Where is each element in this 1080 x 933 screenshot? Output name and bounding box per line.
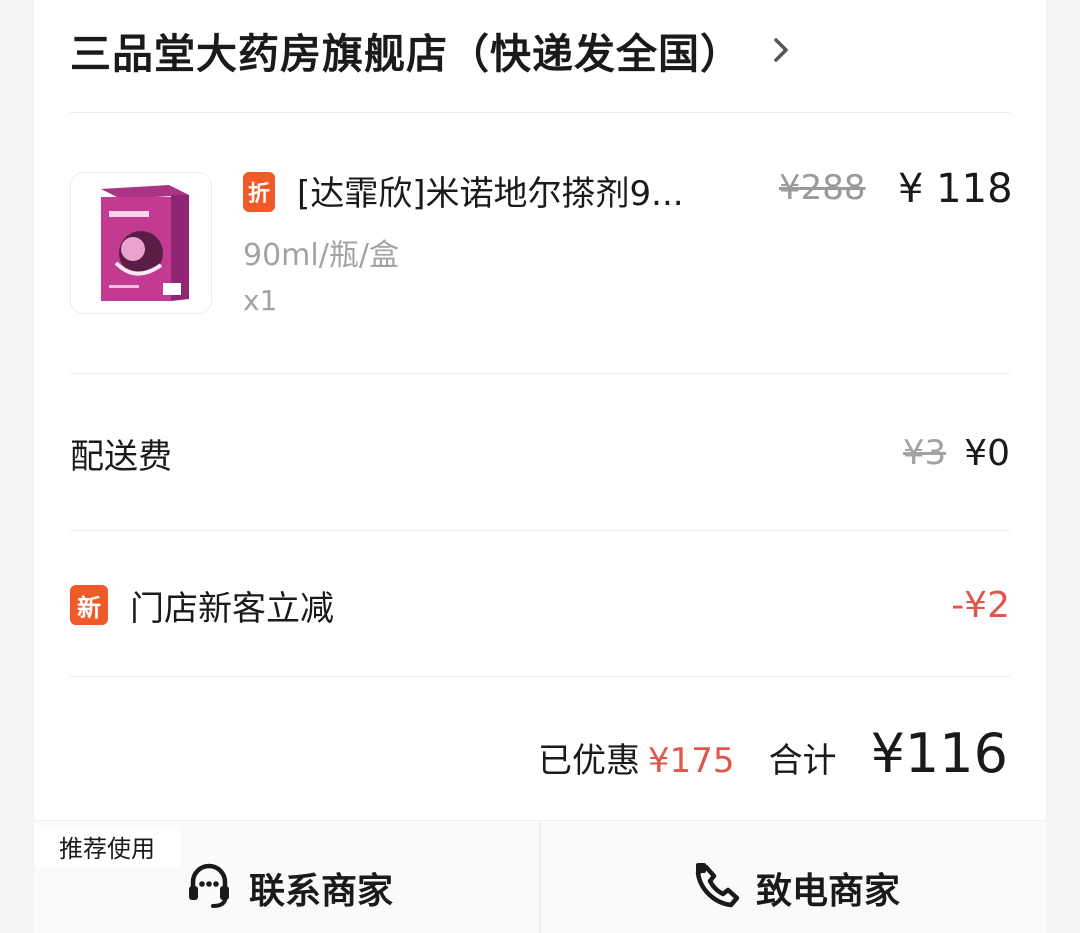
product-quantity: x1	[243, 284, 278, 317]
divider	[70, 373, 1010, 374]
contact-merchant-button[interactable]: 联系商家	[168, 848, 408, 928]
divider	[70, 530, 1010, 531]
store-header[interactable]: 三品堂大药房旗舰店（快递发全国）	[70, 18, 1020, 82]
product-price: ¥ 118	[898, 166, 1013, 212]
divider	[70, 676, 1010, 677]
new-customer-discount-row: 新 门店新客立减 -¥2	[70, 575, 1010, 635]
delivery-fee-row: 配送费 ¥3 ¥0	[70, 423, 1010, 483]
product-thumbnail	[70, 172, 212, 314]
delivery-fee-label: 配送费	[70, 436, 172, 477]
new-customer-label: 门店新客立减	[130, 588, 334, 629]
total-label: 合计	[768, 741, 837, 781]
total-value: ¥116	[870, 722, 1008, 785]
product-item[interactable]: 折 [达霏欣]米诺地尔搽剂9... ¥288 ¥ 118 90ml/瓶/盒 x1	[70, 166, 1013, 322]
recommend-label: 推荐使用	[34, 825, 180, 867]
order-summary: 已优惠 ¥175 合计 ¥116	[538, 722, 1008, 786]
delivery-fee-value: ¥0	[964, 432, 1010, 474]
product-original-price: ¥288	[779, 168, 866, 208]
contact-merchant-label: 联系商家	[248, 871, 393, 912]
new-customer-discount-value: -¥2	[951, 584, 1010, 626]
product-spec: 90ml/瓶/盒	[243, 238, 399, 273]
discount-tag: 折	[243, 172, 275, 212]
chevron-right-icon	[772, 35, 792, 65]
saved-label: 已优惠	[538, 741, 641, 781]
phone-icon	[692, 861, 742, 915]
action-separator	[539, 822, 541, 933]
product-name: [达霏欣]米诺地尔搽剂9...	[297, 174, 684, 214]
divider	[70, 112, 1010, 113]
delivery-fee-original: ¥3	[902, 433, 947, 473]
store-name: 三品堂大药房旗舰店（快递发全国）	[70, 30, 742, 78]
call-merchant-button[interactable]: 致电商家	[676, 848, 916, 928]
headset-icon	[183, 862, 235, 914]
new-customer-tag: 新	[70, 585, 108, 625]
saved-value: ¥175	[648, 741, 735, 781]
call-merchant-label: 致电商家	[755, 871, 900, 912]
